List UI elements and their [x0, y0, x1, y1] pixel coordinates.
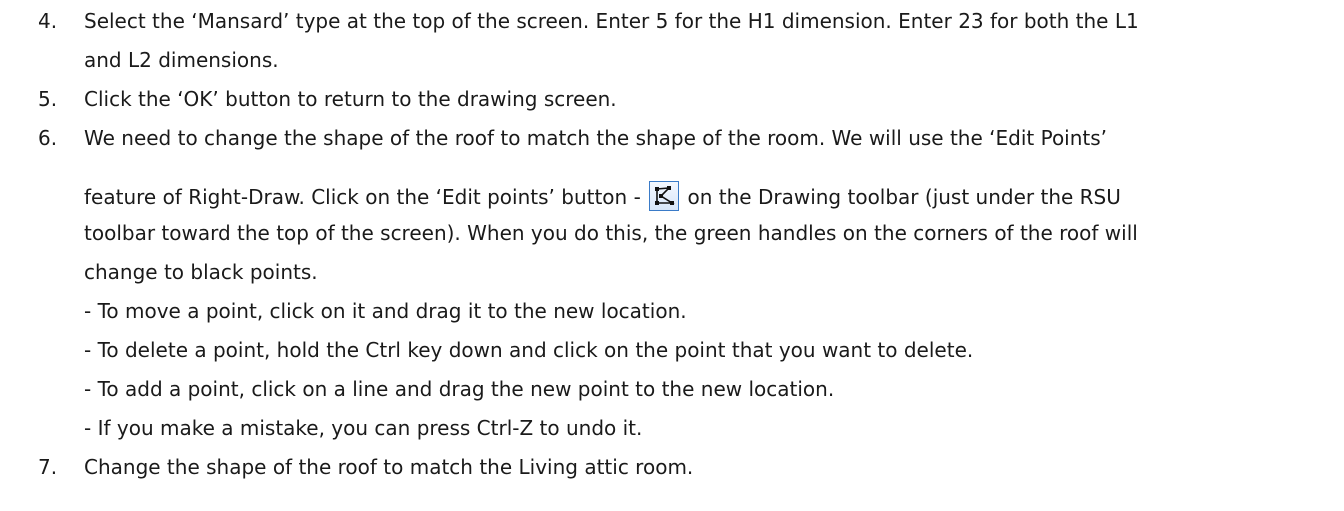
step-text: We need to change the shape of the roof … — [84, 126, 1108, 150]
step-text: change to black points. — [84, 260, 318, 284]
step-number: 4. — [38, 9, 58, 33]
step-text: Change the shape of the roof to match th… — [84, 455, 694, 479]
step-number: 6. — [38, 126, 58, 150]
step-number: 5. — [38, 87, 58, 111]
step-text-with-icon: feature of Right-Draw. Click on the ‘Edi… — [84, 181, 1121, 211]
step-text: Click the ‘OK’ button to return to the d… — [84, 87, 617, 111]
step-text: on the Drawing toolbar (just under the R… — [687, 185, 1121, 209]
step-number: 7. — [38, 455, 58, 479]
document-page: 4. Select the ‘Mansard’ type at the top … — [0, 0, 1344, 511]
step-text: Select the ‘Mansard’ type at the top of … — [84, 9, 1139, 33]
list-item: - To add a point, click on a line and dr… — [84, 377, 835, 401]
list-item: - If you make a mistake, you can press C… — [84, 416, 643, 440]
edit-points-icon — [649, 181, 680, 211]
list-item: - To delete a point, hold the Ctrl key d… — [84, 338, 974, 362]
edit-points-glyph — [655, 186, 675, 205]
step-text: and L2 dimensions. — [84, 48, 279, 72]
step-text: feature of Right-Draw. Click on the ‘Edi… — [84, 185, 641, 209]
step-text: toolbar toward the top of the screen). W… — [84, 221, 1138, 245]
list-item: - To move a point, click on it and drag … — [84, 299, 687, 323]
